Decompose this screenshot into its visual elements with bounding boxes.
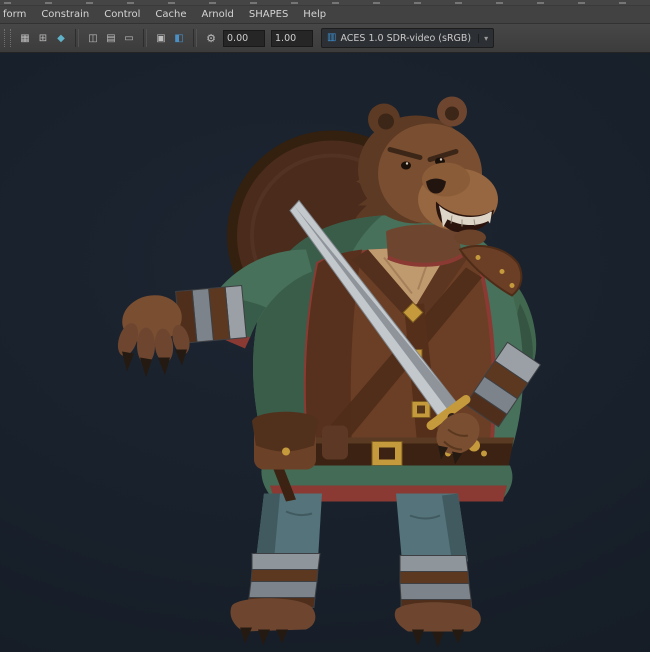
color-management-icon: ▥ [327, 32, 337, 43]
toolbar-icon-group-c: ▣ ◧ [153, 30, 187, 47]
exposure-field[interactable] [223, 29, 265, 47]
menu-item-help[interactable]: Help [303, 6, 326, 23]
menu-item-shapes[interactable]: SHAPES [249, 6, 288, 23]
menu-bar: form Constrain Control Cache Arnold SHAPES Hel… [0, 6, 650, 24]
menu-item-arnold[interactable]: Arnold [202, 6, 234, 23]
character-3d-render [117, 96, 542, 648]
menu-item-cache[interactable]: Cache [155, 6, 186, 23]
snap-to-grid-icon[interactable]: ⊞ [35, 30, 51, 47]
toolbar-icon-group-b: ◫ ▤ ▭ [85, 30, 137, 47]
viewport[interactable] [0, 53, 650, 652]
render-icon[interactable]: ▤ [103, 30, 119, 47]
toolbar-separator [143, 29, 147, 47]
ipr-render-icon[interactable]: ▭ [121, 30, 137, 47]
resolution-gate-icon[interactable]: ▣ [153, 30, 169, 47]
toolbar-separator [75, 29, 79, 47]
view-transform-dropdown[interactable]: ▥ ACES 1.0 SDR-video (sRGB) ▾ [321, 28, 495, 48]
gear-icon[interactable]: ⚙ [203, 30, 219, 47]
menu-item-form[interactable]: form [3, 6, 26, 23]
select-mode-icon[interactable]: ▦ [17, 30, 33, 47]
clipped-menu-row [0, 0, 650, 6]
gate-mask-icon[interactable]: ◧ [171, 30, 187, 47]
menu-item-constrain[interactable]: Constrain [41, 6, 89, 23]
panel-toolbar: ▦⊞◆ ◫▤▭ ▣◧ ⚙ ▥ ACES 1.0 SDR-video (sRGB)… [0, 24, 650, 53]
menu-item-control[interactable]: Control [104, 6, 140, 23]
toolbar-icon-group-a: ▦ ⊞ ◆ [17, 30, 69, 47]
gamma-field[interactable] [271, 29, 313, 47]
chevron-down-icon: ▾ [478, 33, 488, 43]
toolbar-drag-handle[interactable] [4, 29, 11, 47]
snap-to-point-icon[interactable]: ◆ [53, 30, 69, 47]
construction-history-icon[interactable]: ◫ [85, 30, 101, 47]
toolbar-separator [193, 29, 197, 47]
view-transform-label: ACES 1.0 SDR-video (sRGB) [340, 32, 472, 44]
